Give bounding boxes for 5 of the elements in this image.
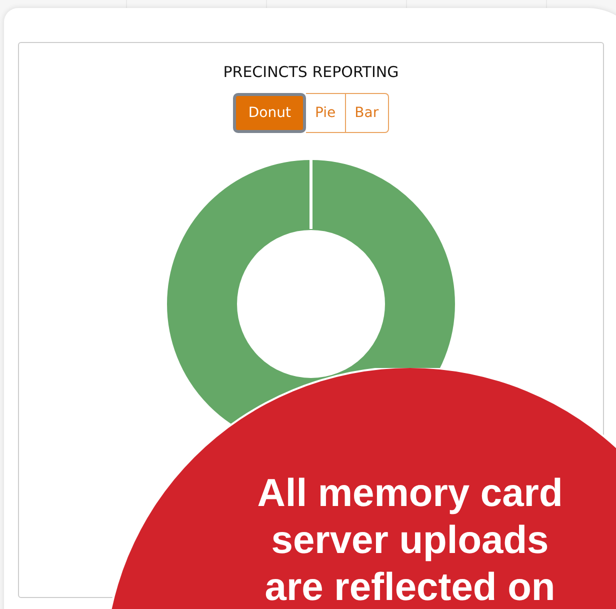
chart-type-tab[interactable]: Bar [346, 93, 389, 133]
callout-text: All memory card server uploads are reflected on [256, 471, 564, 609]
chart-type-tab[interactable]: Donut [233, 93, 306, 133]
chart-title: PRECINCTS REPORTING [223, 63, 399, 81]
chart-type-tab[interactable]: Pie [306, 93, 346, 133]
